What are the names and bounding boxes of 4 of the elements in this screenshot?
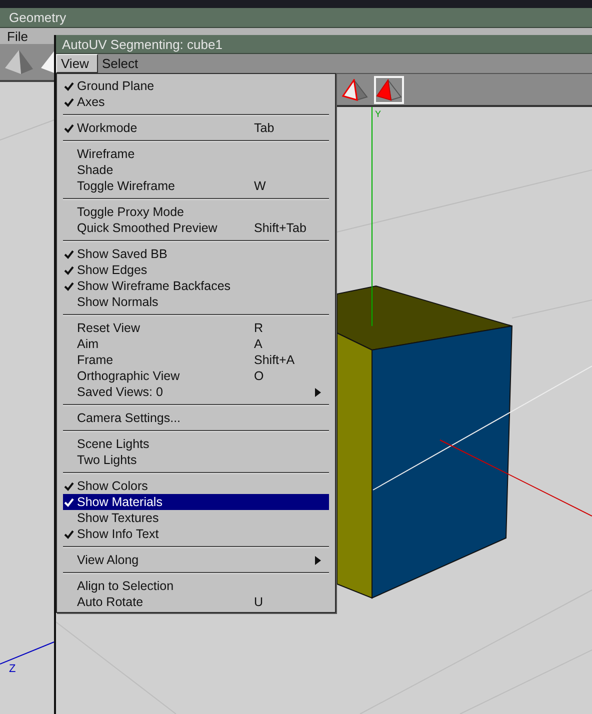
window-title: Geometry (0, 8, 592, 28)
window-title: AutoUV Segmenting: cube1 (56, 35, 592, 54)
axis-label: Z (9, 663, 16, 675)
axis-label: Y (375, 109, 382, 119)
